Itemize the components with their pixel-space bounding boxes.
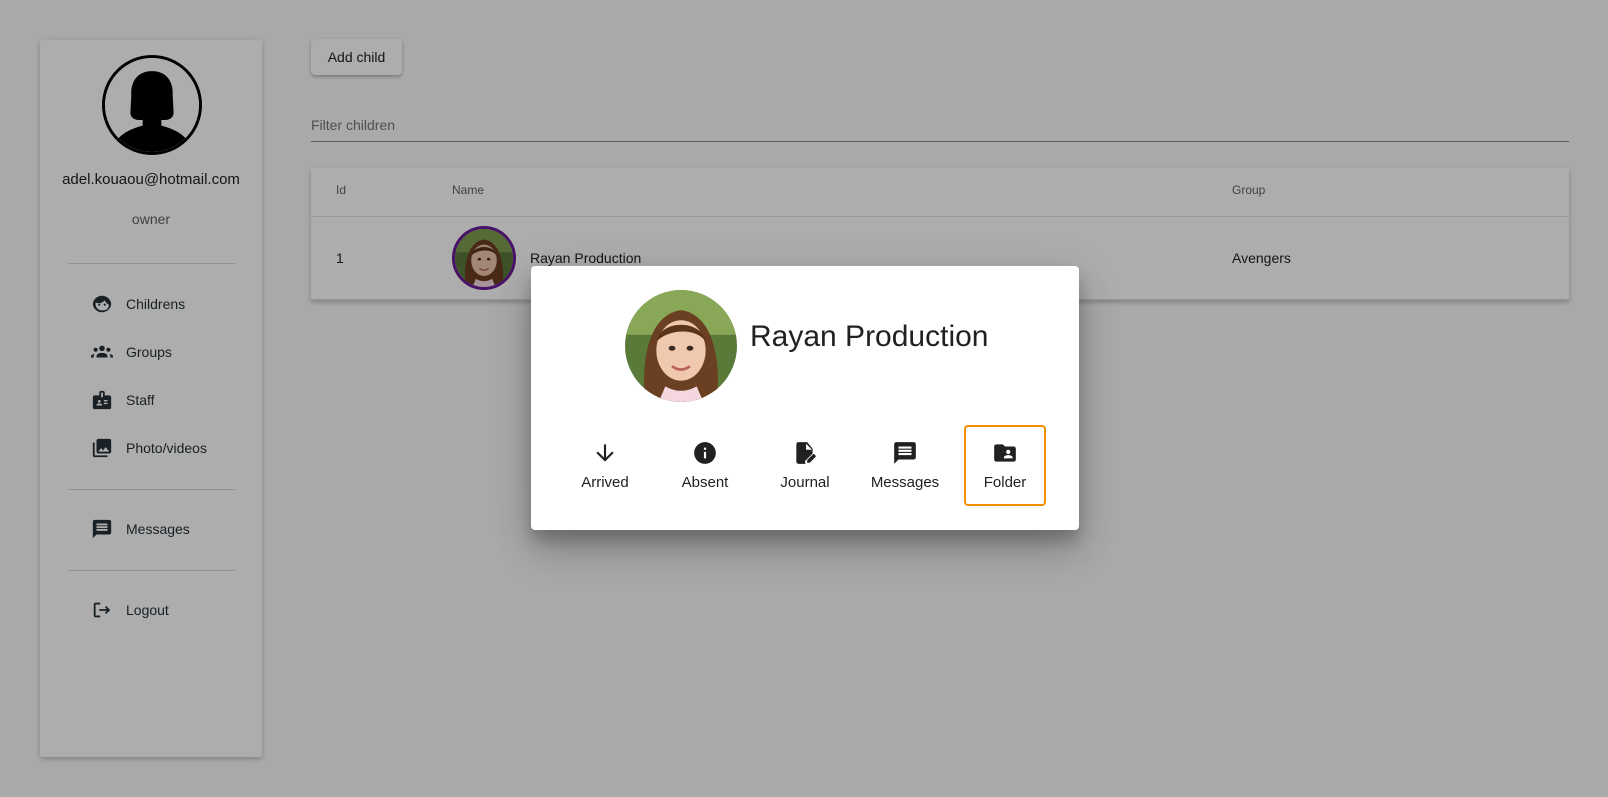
absent-button[interactable]: Absent: [664, 425, 746, 506]
arrived-button[interactable]: Arrived: [564, 425, 646, 506]
action-label: Absent: [681, 474, 729, 491]
folder-shared-icon: [994, 444, 1016, 462]
info-icon: [694, 442, 716, 464]
message-icon: [894, 442, 916, 464]
action-label: Journal: [780, 474, 830, 491]
edit-document-icon: [796, 442, 816, 464]
messages-button[interactable]: Messages: [864, 425, 946, 506]
child-photo: [625, 290, 737, 402]
action-label: Folder: [983, 474, 1027, 491]
journal-button[interactable]: Journal: [764, 425, 846, 506]
dialog-child-name: Rayan Production: [750, 320, 989, 353]
child-action-dialog: Rayan Production Arrived Absent Journal …: [531, 266, 1079, 530]
action-label: Arrived: [581, 474, 629, 491]
arrow-down-icon: [596, 444, 614, 462]
folder-button[interactable]: Folder: [964, 425, 1046, 506]
action-label: Messages: [870, 474, 940, 491]
